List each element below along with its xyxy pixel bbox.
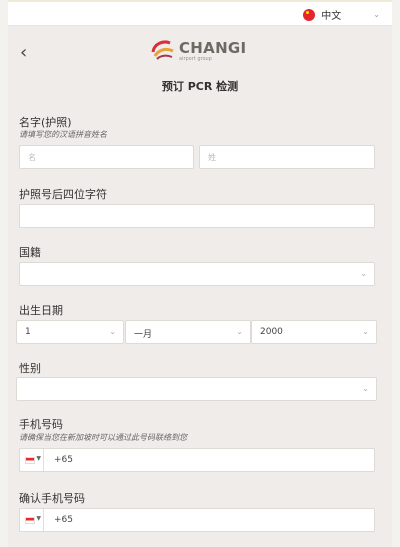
caret-down-icon: ▼ <box>36 515 41 522</box>
confirm-phone-label: 确认手机号码 <box>19 492 85 505</box>
first-name-placeholder: 名 <box>28 153 36 162</box>
dob-day-select[interactable]: 1 ⌄ <box>16 320 124 344</box>
page-title: 预订 PCR 检测 <box>161 80 239 93</box>
changi-logo: CHANGI airport group <box>150 38 246 64</box>
phone-code-value: +65 <box>54 455 73 465</box>
phone-input[interactable]: ▼ +65 <box>19 448 375 472</box>
phone-label: 手机号码 <box>19 418 63 431</box>
dob-year-value: 2000 <box>260 327 283 337</box>
chevron-down-icon: ⌄ <box>236 327 243 336</box>
changi-logo-icon <box>151 40 174 60</box>
top-bar: 中文 ⌄ <box>8 0 392 26</box>
gender-label: 性别 <box>19 362 41 375</box>
language-selector[interactable]: 中文 ⌄ <box>303 7 380 22</box>
singapore-flag-icon <box>25 457 35 464</box>
brand-name: CHANGI <box>179 38 247 57</box>
chevron-down-icon: ⌄ <box>360 269 367 278</box>
gender-select[interactable]: ⌄ <box>16 377 377 401</box>
chevron-down-icon: ⌄ <box>362 384 369 393</box>
chevron-down-icon: ⌄ <box>362 327 369 336</box>
nationality-select[interactable]: ⌄ <box>19 262 375 286</box>
back-arrow-icon[interactable]: ‹ <box>20 42 27 63</box>
confirm-phone-input[interactable]: ▼ +65 <box>19 508 375 532</box>
chevron-down-icon: ⌄ <box>373 10 380 19</box>
dob-year-select[interactable]: 2000 ⌄ <box>251 320 377 344</box>
phone-hint: 请确保当您在新加坡时可以通过此号码联络到您 <box>19 433 187 442</box>
caret-down-icon: ▼ <box>36 455 41 462</box>
singapore-flag-icon <box>25 517 35 524</box>
passport-input[interactable] <box>19 204 375 228</box>
dob-label: 出生日期 <box>19 304 63 317</box>
confirm-phone-code-value: +65 <box>54 515 73 525</box>
name-hint: 请填写您的汉语拼音姓名 <box>19 130 107 139</box>
dob-month-value: 一月 <box>134 330 153 340</box>
last-name-placeholder: 姓 <box>208 153 216 162</box>
first-name-input[interactable]: 名 <box>19 145 194 169</box>
country-code-dropdown[interactable]: ▼ <box>20 449 44 471</box>
brand-subtitle: airport group <box>179 55 212 62</box>
name-label: 名字(护照) <box>19 116 72 129</box>
chevron-down-icon: ⌄ <box>109 327 116 336</box>
dob-month-select[interactable]: 一月 ⌄ <box>125 320 251 344</box>
dob-day-value: 1 <box>25 327 31 337</box>
china-flag-icon <box>303 8 316 21</box>
country-code-dropdown[interactable]: ▼ <box>20 509 44 531</box>
nationality-label: 国籍 <box>19 246 41 259</box>
booking-panel: ‹ CHANGI airport group 预订 PCR 检测 名字(护照) … <box>8 26 392 547</box>
last-name-input[interactable]: 姓 <box>199 145 375 169</box>
passport-label: 护照号后四位字符 <box>19 188 107 201</box>
language-label: 中文 <box>321 11 342 22</box>
